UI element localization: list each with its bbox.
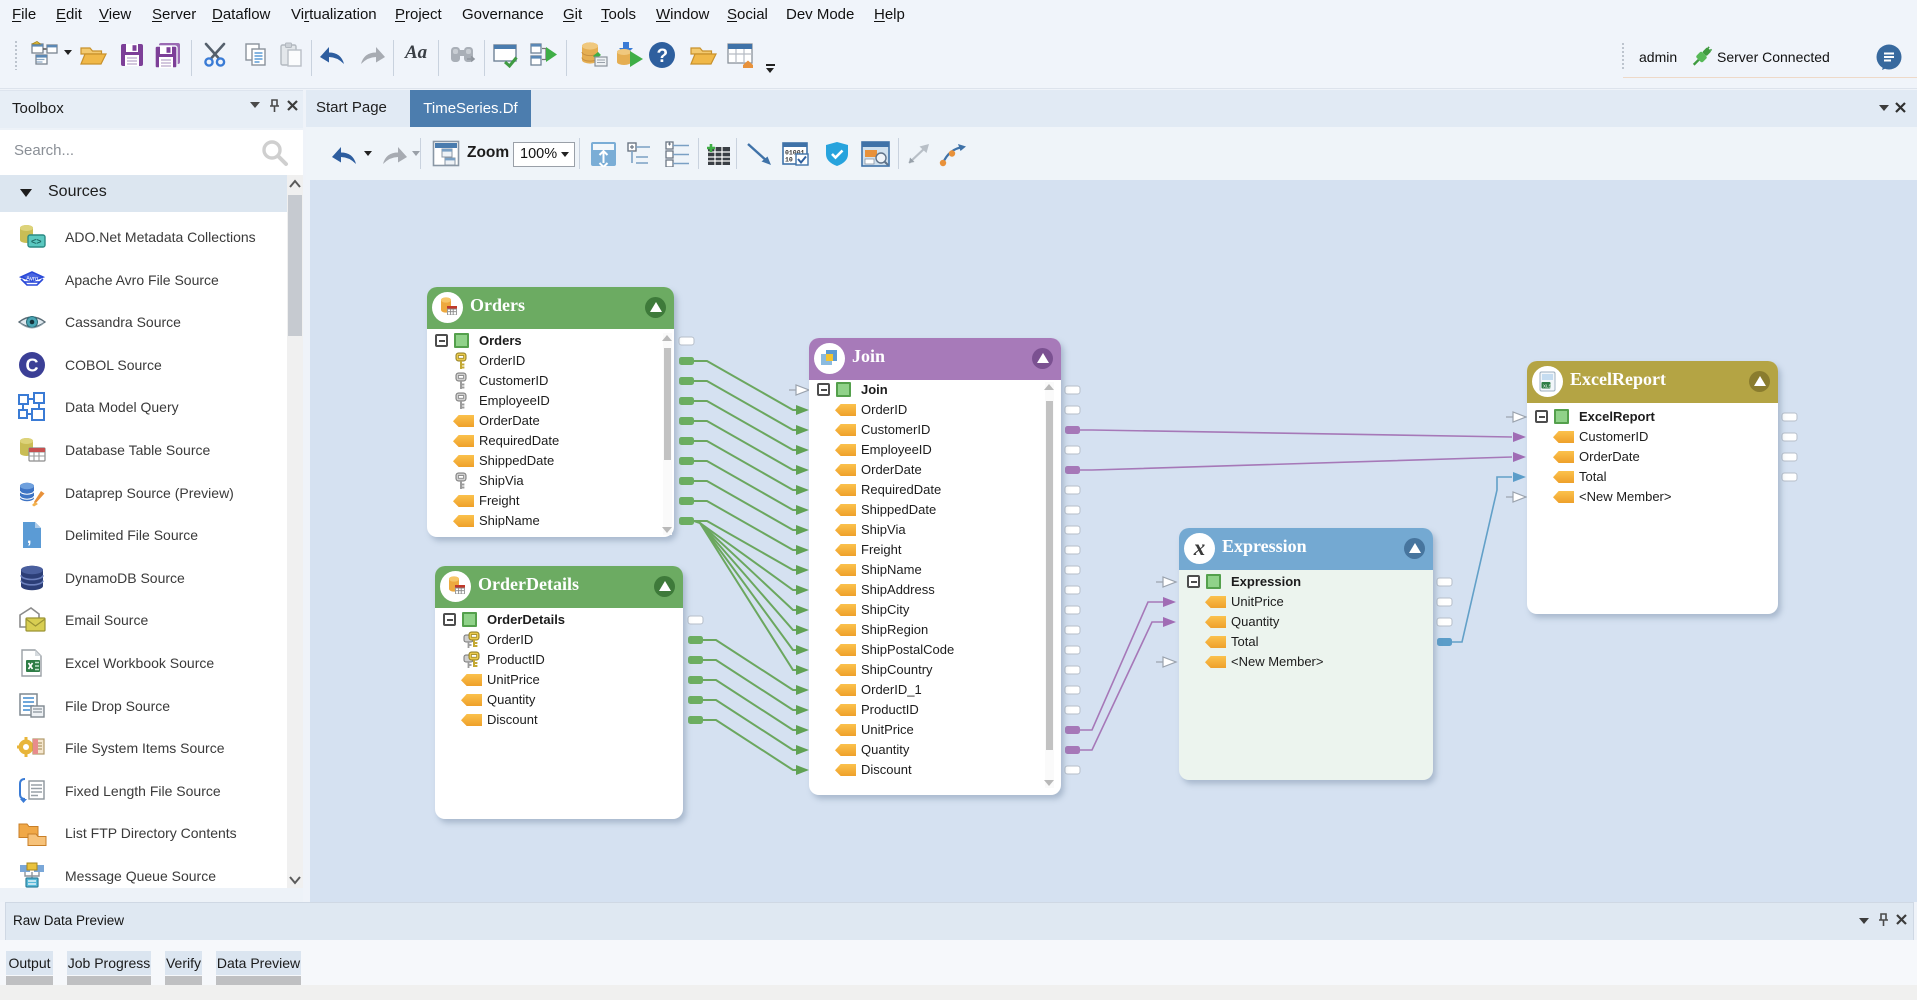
svg-text:Avro: Avro — [26, 276, 39, 282]
svg-text:10: 10 — [785, 157, 793, 164]
svg-text:<>: <> — [31, 237, 42, 247]
svg-text:C: C — [26, 355, 39, 375]
svg-text:,: , — [27, 530, 31, 547]
svg-text:XLS: XLS — [1543, 383, 1552, 388]
svg-text:?: ? — [657, 46, 669, 67]
